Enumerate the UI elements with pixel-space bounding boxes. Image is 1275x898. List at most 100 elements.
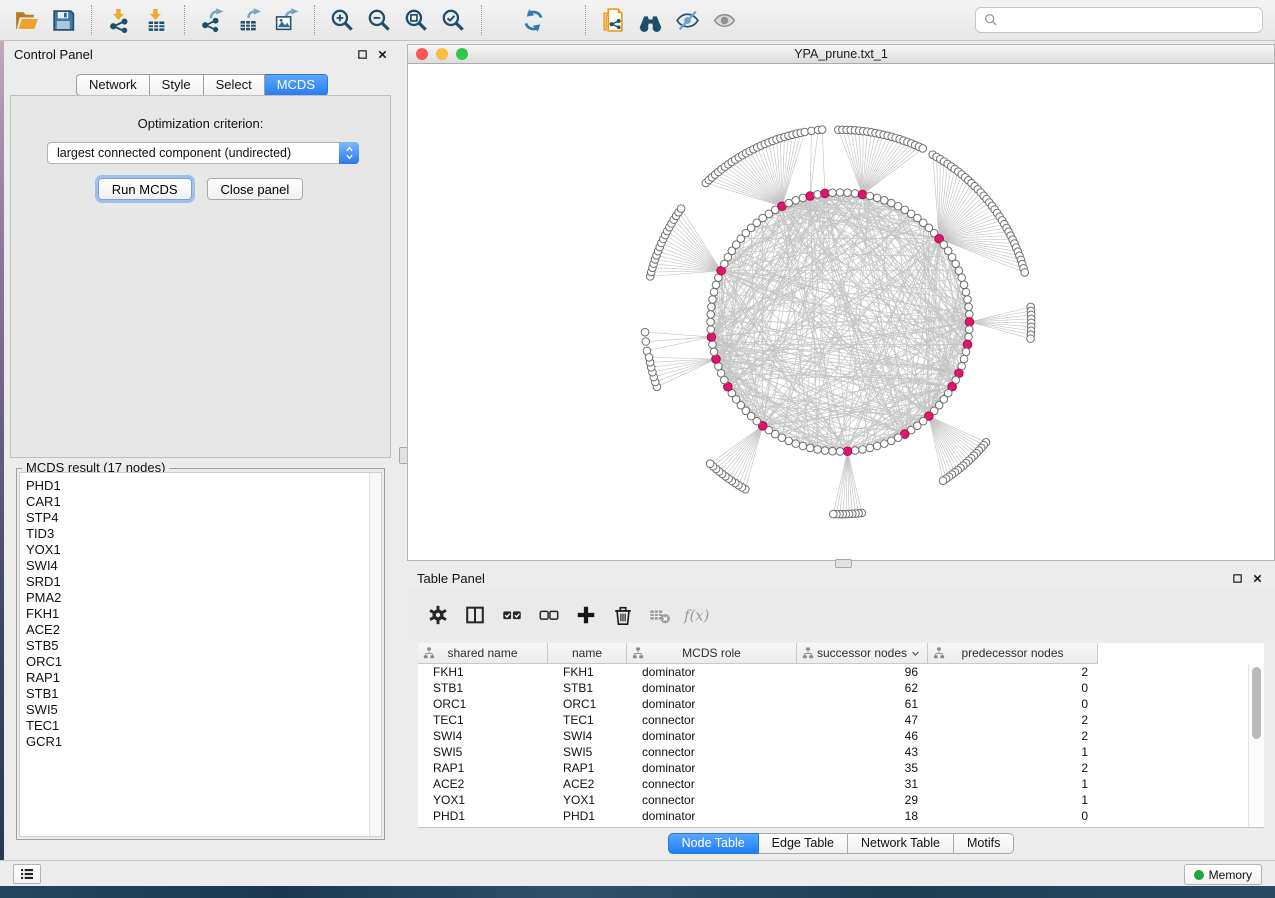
table-row[interactable]: STB1STB1dominator620 xyxy=(418,680,1248,696)
toolbar-apply-layout-button[interactable] xyxy=(515,3,552,37)
tab-network-table[interactable]: Network Table xyxy=(848,833,954,854)
mcds-result-item[interactable]: FKH1 xyxy=(26,606,369,622)
table-row[interactable]: YOX1YOX1connector291 xyxy=(418,792,1248,808)
window-zoom-button[interactable] xyxy=(456,48,468,60)
toolbar-save-session-button[interactable] xyxy=(45,3,82,37)
mcds-result-item[interactable]: RAP1 xyxy=(26,670,369,686)
network-node[interactable] xyxy=(965,303,973,311)
network-node[interactable] xyxy=(707,326,715,334)
mcds-result-item[interactable]: GCR1 xyxy=(26,734,369,750)
toolbar-zoom-selected-button[interactable] xyxy=(435,3,472,37)
network-node[interactable] xyxy=(962,288,970,296)
network-hub-node[interactable] xyxy=(843,447,852,456)
tab-mcds[interactable]: MCDS xyxy=(265,74,328,96)
network-node[interactable] xyxy=(873,194,881,202)
network-node[interactable] xyxy=(785,199,793,207)
network-leaf-node[interactable] xyxy=(1021,269,1029,277)
toolbar-zoom-fit-button[interactable] xyxy=(398,3,435,37)
close-panel-icon[interactable] xyxy=(1252,573,1263,584)
vertical-splitter[interactable] xyxy=(400,41,407,860)
column-header-name[interactable]: name xyxy=(548,643,627,664)
table-row[interactable]: TEC1TEC1connector472 xyxy=(418,712,1248,728)
network-leaf-node[interactable] xyxy=(830,510,838,518)
network-node[interactable] xyxy=(814,446,822,454)
scrollbar-thumb[interactable] xyxy=(1252,667,1261,739)
network-node[interactable] xyxy=(958,274,966,282)
toolbar-zoom-out-button[interactable] xyxy=(361,3,398,37)
network-node[interactable] xyxy=(866,192,874,200)
network-node[interactable] xyxy=(707,311,715,319)
tab-edge-table[interactable]: Edge Table xyxy=(759,833,848,854)
network-leaf-node[interactable] xyxy=(919,145,927,153)
tab-style[interactable]: Style xyxy=(150,74,204,96)
run-mcds-button[interactable]: Run MCDS xyxy=(98,178,192,200)
network-node[interactable] xyxy=(851,447,859,455)
table-toolbar-delete-row-button[interactable] xyxy=(608,600,638,630)
network-node[interactable] xyxy=(965,333,973,341)
mcds-result-item[interactable]: STB5 xyxy=(26,638,369,654)
toolbar-new-network-from-selection-button[interactable] xyxy=(595,3,632,37)
network-node[interactable] xyxy=(866,444,874,452)
window-close-button[interactable] xyxy=(416,48,428,60)
network-node[interactable] xyxy=(708,303,716,311)
network-leaf-node[interactable] xyxy=(939,477,947,485)
table-toolbar-deselect-all-rows-button[interactable] xyxy=(534,600,564,630)
network-node[interactable] xyxy=(873,442,881,450)
column-header-mcds-role[interactable]: MCDS role xyxy=(627,643,797,664)
network-hub-node[interactable] xyxy=(707,333,716,342)
memory-button[interactable]: Memory xyxy=(1184,864,1262,885)
float-panel-icon[interactable] xyxy=(357,49,368,60)
network-node[interactable] xyxy=(712,281,720,289)
network-hub-node[interactable] xyxy=(712,355,721,364)
tab-network[interactable]: Network xyxy=(76,74,150,96)
table-row[interactable]: FKH1FKH1dominator962 xyxy=(418,664,1248,680)
tab-node-table[interactable]: Node Table xyxy=(668,833,759,854)
table-scrollbar[interactable] xyxy=(1248,664,1264,827)
toolbar-export-image-button[interactable] xyxy=(268,3,305,37)
network-node[interactable] xyxy=(836,448,844,456)
network-node[interactable] xyxy=(955,267,963,275)
network-node[interactable] xyxy=(707,318,715,326)
column-header-successor-nodes[interactable]: successor nodes xyxy=(797,643,928,664)
network-hub-node[interactable] xyxy=(963,340,972,349)
mcds-result-item[interactable]: ORC1 xyxy=(26,654,369,670)
network-node[interactable] xyxy=(717,369,725,377)
toolbar-export-table-button[interactable] xyxy=(231,3,268,37)
network-node[interactable] xyxy=(821,447,829,455)
network-node[interactable] xyxy=(829,447,837,455)
mcds-result-item[interactable]: ACE2 xyxy=(26,622,369,638)
network-leaf-node[interactable] xyxy=(1027,335,1035,343)
float-panel-icon[interactable] xyxy=(1232,573,1243,584)
network-leaf-node[interactable] xyxy=(641,328,649,336)
task-history-button[interactable] xyxy=(13,864,41,884)
toolbar-open-file-button[interactable] xyxy=(8,3,45,37)
mcds-result-item[interactable]: STP4 xyxy=(26,510,369,526)
mcds-result-item[interactable]: TID3 xyxy=(26,526,369,542)
network-node[interactable] xyxy=(962,348,970,356)
network-node[interactable] xyxy=(888,437,896,445)
network-node[interactable] xyxy=(960,281,968,289)
close-mcds-panel-button[interactable]: Close panel xyxy=(207,178,304,200)
toolbar-birdseye-view-button[interactable] xyxy=(632,3,669,37)
table-toolbar-settings-gear-button[interactable] xyxy=(423,600,453,630)
network-search-box[interactable] xyxy=(975,7,1263,33)
network-node[interactable] xyxy=(806,444,814,452)
mcds-result-item[interactable]: PHD1 xyxy=(26,478,369,494)
mcds-result-item[interactable]: CAR1 xyxy=(26,494,369,510)
network-node[interactable] xyxy=(844,189,852,197)
table-row[interactable]: ACE2ACE2connector311 xyxy=(418,776,1248,792)
network-hub-node[interactable] xyxy=(858,190,867,199)
mcds-result-item[interactable]: PMA2 xyxy=(26,590,369,606)
network-node[interactable] xyxy=(851,190,859,198)
table-row[interactable]: PHD1PHD1dominator180 xyxy=(418,808,1248,824)
network-canvas[interactable] xyxy=(408,64,1274,560)
network-node[interactable] xyxy=(710,348,718,356)
close-panel-icon[interactable] xyxy=(377,49,388,60)
mcds-result-item[interactable]: YOX1 xyxy=(26,542,369,558)
mcds-result-item[interactable]: TEC1 xyxy=(26,718,369,734)
toolbar-show-graphics-details-button[interactable] xyxy=(669,3,706,37)
table-toolbar-show-columns-button[interactable] xyxy=(460,600,490,630)
network-node[interactable] xyxy=(829,189,837,197)
network-node[interactable] xyxy=(881,197,889,205)
network-node[interactable] xyxy=(709,296,717,304)
